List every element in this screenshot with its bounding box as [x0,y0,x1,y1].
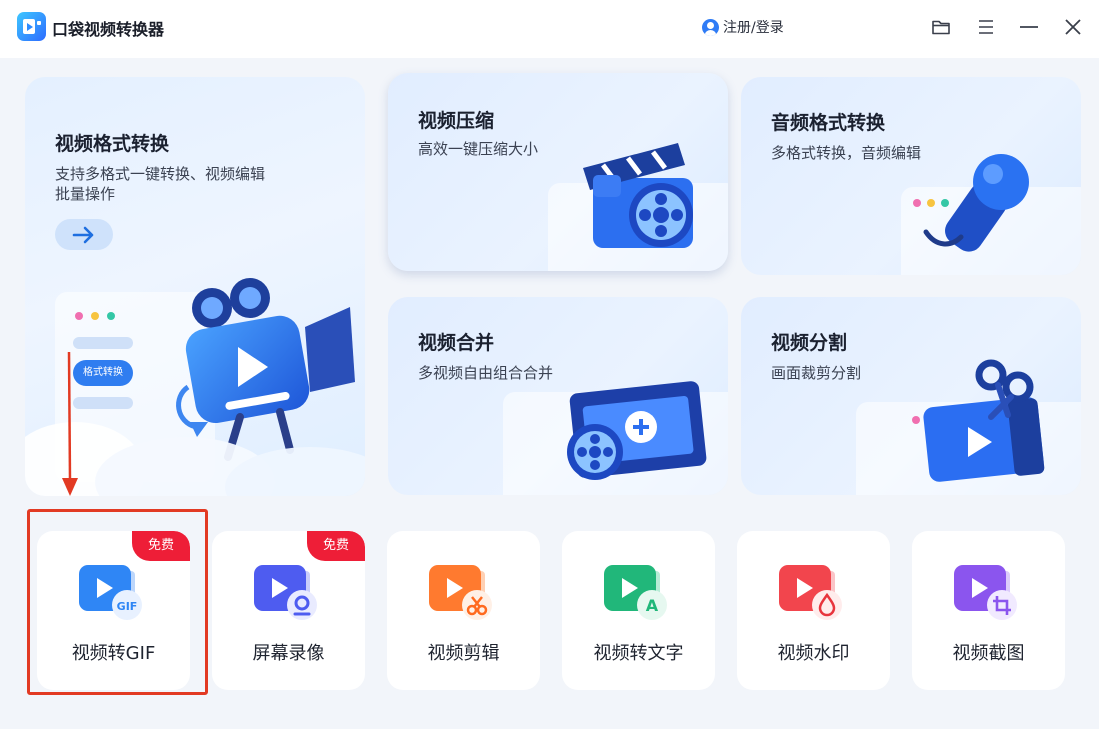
app-window: 口袋视频转换器 注册/登录 视频格式转换 支持多格式一键转换、视频编辑 批量操作 [0,0,1099,729]
login-button[interactable]: 注册/登录 [702,17,784,37]
app-logo-icon [17,12,46,41]
tool-video-watermark[interactable]: 视频水印 [737,531,890,690]
scissors-icon [429,565,492,620]
gif-icon: GIF [79,565,142,620]
app-title: 口袋视频转换器 [52,20,165,39]
enter-arrow-button[interactable] [55,219,113,250]
text-a-icon: A [604,565,667,620]
tool-label: 视频转GIF [71,643,156,664]
minimize-icon[interactable] [1018,16,1040,38]
free-badge: 免费 [307,531,365,561]
title-bar: 口袋视频转换器 注册/登录 [0,0,1099,58]
video-split-card[interactable]: 视频分割 画面裁剪分割 [741,297,1081,495]
tool-label: 屏幕录像 [252,643,325,664]
card-subtitle: 多格式转换，音频编辑 [771,144,922,162]
folder-icon[interactable] [930,16,952,38]
film-strip-merge-icon [567,381,707,480]
tool-label: 视频转文字 [593,643,684,664]
tool-video-to-text[interactable]: A 视频转文字 [562,531,715,690]
tool-label: 视频截图 [952,643,1025,664]
card-title: 视频格式转换 [55,133,170,155]
video-camera-icon [176,278,355,461]
arrow-right-icon [72,226,94,244]
svg-text:A: A [646,596,659,615]
droplet-icon [779,565,842,620]
card-title: 音频格式转换 [771,112,886,134]
crop-icon [954,565,1017,620]
card-title: 视频分割 [771,332,848,354]
close-icon[interactable] [1062,16,1084,38]
video-compress-card[interactable]: 视频压缩 高效一键压缩大小 [388,73,728,271]
login-label: 注册/登录 [723,20,784,36]
card-title: 视频压缩 [418,110,495,132]
user-avatar-icon [702,18,719,36]
audio-format-convert-card[interactable]: 音频格式转换 多格式转换，音频编辑 [741,77,1081,275]
tool-video-to-gif[interactable]: 免费 GIF 视频转GIF [37,531,190,690]
annotation-arrow-icon [62,352,78,496]
svg-text:GIF: GIF [117,600,138,613]
video-merge-card[interactable]: 视频合并 多视频自由组合合并 [388,297,728,495]
format-convert-chip: 格式转换 [73,360,133,386]
microphone-icon [923,154,1029,252]
card-subtitle-line2: 批量操作 [55,185,116,203]
clapperboard-icon [583,143,693,248]
card-title: 视频合并 [418,332,495,354]
card-subtitle-line1: 支持多格式一键转换、视频编辑 [55,165,266,183]
webcam-icon [254,565,317,620]
film-scissors-icon [923,359,1045,482]
card-subtitle: 多视频自由组合合并 [418,364,554,382]
card-subtitle: 高效一键压缩大小 [418,140,539,158]
card-subtitle: 画面裁剪分割 [771,364,862,382]
tool-video-screenshot[interactable]: 视频截图 [912,531,1065,690]
tool-screen-record[interactable]: 免费 屏幕录像 [212,531,365,690]
tool-label: 视频水印 [777,643,850,664]
menu-icon[interactable] [975,16,997,38]
free-badge: 免费 [132,531,190,561]
tool-label: 视频剪辑 [427,643,500,664]
tool-video-edit[interactable]: 视频剪辑 [387,531,540,690]
